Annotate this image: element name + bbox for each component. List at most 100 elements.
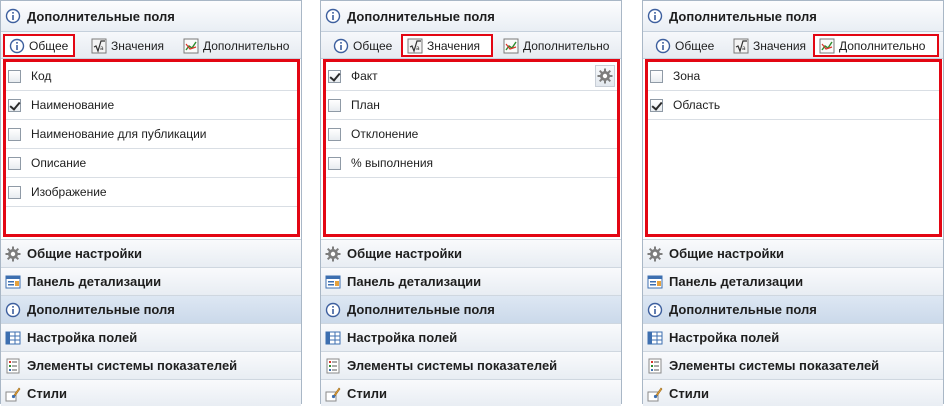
- list-item[interactable]: Область: [648, 91, 939, 120]
- tab-values[interactable]: a Значения: [87, 34, 164, 57]
- info-icon: [9, 38, 25, 54]
- section-label: Элементы системы показателей: [27, 358, 238, 373]
- checkbox[interactable]: [328, 69, 341, 83]
- item-label: Область: [673, 98, 721, 112]
- section-additional-fields[interactable]: Дополнительные поля: [643, 295, 943, 323]
- tab-general[interactable]: Общее: [329, 34, 392, 57]
- section-indicator-elements[interactable]: Элементы системы показателей: [643, 351, 943, 379]
- tab-general[interactable]: Общее: [651, 34, 714, 57]
- section-indicator-elements[interactable]: Элементы системы показателей: [1, 351, 301, 379]
- brush-icon: [325, 386, 341, 402]
- chart-icon: [819, 38, 835, 54]
- checkbox[interactable]: [8, 69, 21, 83]
- panel-title-text: Дополнительные поля: [27, 8, 175, 24]
- tab-label: Значения: [427, 38, 481, 53]
- item-settings-button[interactable]: [595, 65, 615, 87]
- tab-additional[interactable]: Дополнительно: [179, 34, 289, 57]
- section-indicator-elements[interactable]: Элементы системы показателей: [321, 351, 621, 379]
- section-general-settings[interactable]: Общие настройки: [1, 239, 301, 267]
- list-item[interactable]: Отклонение: [326, 120, 617, 149]
- list-item[interactable]: План: [326, 91, 617, 120]
- gear-icon: [597, 68, 613, 84]
- gear-icon: [325, 246, 341, 262]
- tab-label: Значения: [111, 38, 165, 53]
- section-label: Настройка полей: [27, 330, 138, 345]
- tab-label: Дополнительно: [523, 38, 610, 53]
- gear-icon: [5, 246, 21, 262]
- list-item[interactable]: Факт: [326, 62, 617, 91]
- section-label: Панель детализации: [27, 274, 162, 289]
- tab-general[interactable]: Общее: [3, 34, 75, 57]
- tab-additional[interactable]: Дополнительно: [499, 34, 609, 57]
- checkbox[interactable]: [8, 185, 21, 199]
- tab-label: Дополнительно: [203, 38, 290, 53]
- columns-icon: [5, 330, 21, 346]
- checkbox[interactable]: [328, 127, 341, 141]
- list-item[interactable]: % выполнения: [326, 149, 617, 178]
- section-label: Стили: [347, 386, 387, 401]
- sqrt-icon: a: [733, 38, 749, 54]
- list-item[interactable]: Наименование для публикации: [6, 120, 297, 149]
- info-icon: [647, 302, 663, 318]
- checkbox[interactable]: [328, 156, 341, 170]
- section-detail-panel[interactable]: Панель детализации: [321, 267, 621, 295]
- section-label: Общие настройки: [669, 246, 784, 261]
- section-styles[interactable]: Стили: [1, 379, 301, 406]
- list-item[interactable]: Зона: [648, 62, 939, 91]
- columns-icon: [325, 330, 341, 346]
- gear-icon: [647, 246, 663, 262]
- field-list: Факт План Отклонение % выполнения: [323, 59, 620, 237]
- checkbox[interactable]: [328, 98, 341, 112]
- fields-panel-general: Дополнительные поля Общее a Значения Доп…: [0, 0, 302, 406]
- checkbox[interactable]: [8, 156, 21, 170]
- checkbox[interactable]: [650, 69, 663, 83]
- fields-panel-additional: Дополнительные поля Общее a Значения Доп…: [642, 0, 944, 406]
- item-label: Описание: [31, 156, 87, 170]
- list-item[interactable]: Изображение: [6, 178, 297, 207]
- list-item[interactable]: Код: [6, 62, 297, 91]
- tab-values[interactable]: a Значения: [729, 34, 806, 57]
- item-label: Факт: [351, 69, 378, 83]
- item-label: Код: [31, 69, 52, 83]
- section-general-settings[interactable]: Общие настройки: [643, 239, 943, 267]
- sqrt-icon: a: [407, 38, 423, 54]
- panel-title: Дополнительные поля: [1, 1, 301, 32]
- svg-text:a: a: [100, 45, 104, 52]
- list-icon: [325, 358, 341, 374]
- section-detail-panel[interactable]: Панель детализации: [643, 267, 943, 295]
- section-detail-panel[interactable]: Панель детализации: [1, 267, 301, 295]
- section-field-setup[interactable]: Настройка полей: [321, 323, 621, 351]
- section-additional-fields[interactable]: Дополнительные поля: [1, 295, 301, 323]
- section-label: Настройка полей: [669, 330, 780, 345]
- section-field-setup[interactable]: Настройка полей: [643, 323, 943, 351]
- brush-icon: [5, 386, 21, 402]
- section-label: Общие настройки: [27, 246, 142, 261]
- tab-label: Общее: [675, 38, 715, 53]
- detail-panel-icon: [325, 274, 341, 290]
- checkbox[interactable]: [8, 98, 21, 112]
- section-label: Элементы системы показателей: [347, 358, 558, 373]
- detail-panel-icon: [5, 274, 21, 290]
- item-label: Наименование: [31, 98, 115, 112]
- section-field-setup[interactable]: Настройка полей: [1, 323, 301, 351]
- section-styles[interactable]: Стили: [643, 379, 943, 406]
- list-item[interactable]: Описание: [6, 149, 297, 178]
- panel-title: Дополнительные поля: [321, 1, 621, 32]
- svg-text:a: a: [416, 45, 420, 52]
- section-label: Элементы системы показателей: [669, 358, 880, 373]
- list-item[interactable]: Наименование: [6, 91, 297, 120]
- section-styles[interactable]: Стили: [321, 379, 621, 406]
- checkbox[interactable]: [650, 98, 663, 112]
- section-label: Общие настройки: [347, 246, 462, 261]
- tab-additional[interactable]: Дополнительно: [813, 34, 939, 57]
- tab-label: Общее: [353, 38, 393, 53]
- tab-values[interactable]: a Значения: [401, 34, 493, 57]
- checkbox[interactable]: [8, 127, 21, 141]
- info-icon: [5, 302, 21, 318]
- section-general-settings[interactable]: Общие настройки: [321, 239, 621, 267]
- info-icon: [325, 8, 341, 24]
- brush-icon: [647, 386, 663, 402]
- chart-icon: [183, 38, 199, 54]
- section-additional-fields[interactable]: Дополнительные поля: [321, 295, 621, 323]
- section-label: Стили: [669, 386, 709, 401]
